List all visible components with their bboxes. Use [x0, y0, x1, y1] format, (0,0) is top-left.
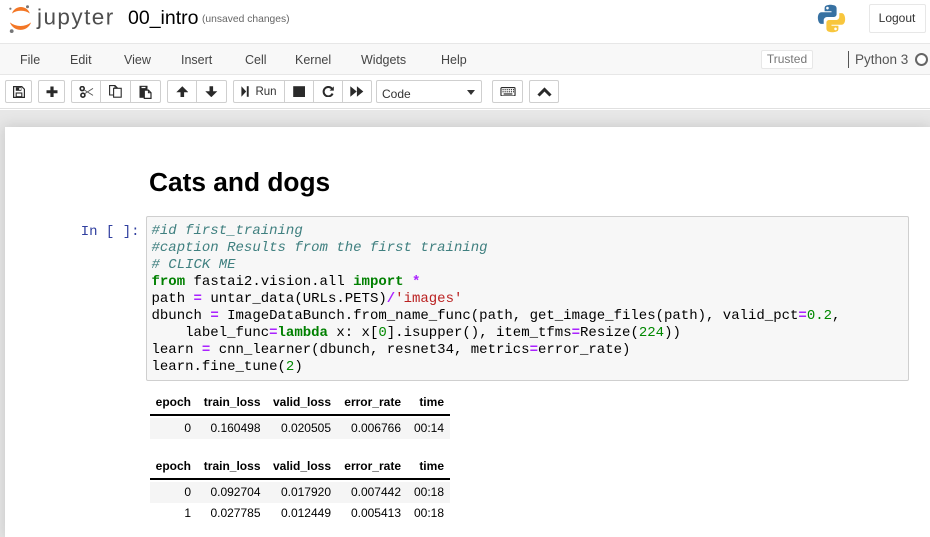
svg-text:jupyter: jupyter — [36, 5, 115, 30]
